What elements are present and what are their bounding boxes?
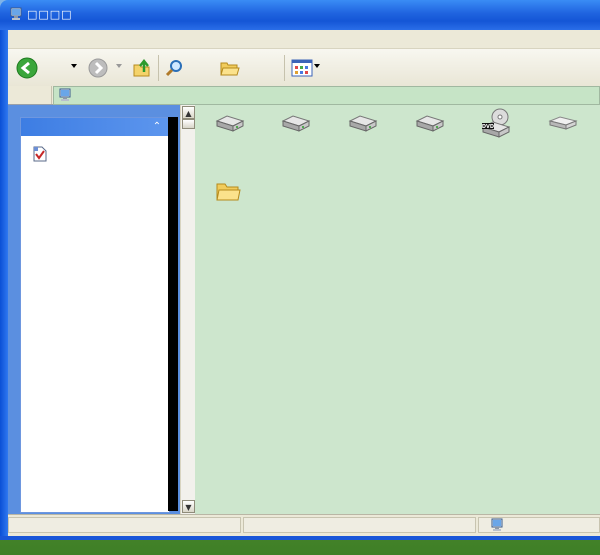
removable-drive-icon xyxy=(548,116,578,130)
pane-divider xyxy=(168,117,178,511)
toolbar xyxy=(8,49,600,87)
svg-text:DVD: DVD xyxy=(482,124,494,130)
hard-drive-icon xyxy=(215,115,245,132)
views-icon xyxy=(291,59,313,77)
computer-icon xyxy=(491,518,503,531)
document-icon xyxy=(33,146,47,162)
back-button[interactable] xyxy=(14,57,40,79)
computer-icon xyxy=(10,7,22,20)
status-bar xyxy=(8,514,600,537)
address-bar xyxy=(8,86,600,105)
search-icon xyxy=(165,60,182,77)
task-pane: ⌃ xyxy=(8,105,194,514)
folder-item[interactable] xyxy=(215,179,249,205)
scroll-thumb[interactable] xyxy=(182,119,195,129)
drive-item[interactable]: DVD xyxy=(480,107,514,139)
forward-icon xyxy=(88,58,108,78)
drive-item[interactable] xyxy=(213,113,247,137)
toolbar-separator xyxy=(158,55,159,81)
folders-icon xyxy=(220,62,240,76)
drive-item[interactable] xyxy=(279,113,313,137)
dvd-drive-icon: DVD xyxy=(481,108,511,138)
window-title: □□□□ xyxy=(27,8,73,21)
task-panel-header[interactable]: ⌃ xyxy=(21,118,169,136)
hard-drive-icon xyxy=(281,115,311,132)
views-dropdown-caret[interactable] xyxy=(314,64,320,68)
views-button[interactable] xyxy=(290,57,314,79)
drive-item[interactable] xyxy=(546,113,580,137)
folder-icon xyxy=(216,183,241,201)
explorer-window: □□□□ ⌃ ▲ ▼ DVD xyxy=(0,0,600,540)
menu-bar xyxy=(8,30,600,49)
address-field[interactable] xyxy=(53,86,600,105)
vertical-scrollbar[interactable]: ▲ ▼ xyxy=(180,105,196,514)
search-button[interactable] xyxy=(162,57,186,79)
drive-item[interactable] xyxy=(413,113,447,137)
window-frame-left xyxy=(0,30,8,540)
task-panel: ⌃ xyxy=(20,117,170,513)
up-button[interactable] xyxy=(130,57,154,79)
status-panel-left xyxy=(8,517,241,533)
back-dropdown-caret[interactable] xyxy=(71,64,77,68)
toolbar-separator xyxy=(284,55,285,81)
folder-up-icon xyxy=(133,58,150,77)
forward-dropdown-caret[interactable] xyxy=(116,64,122,68)
address-label xyxy=(8,86,52,104)
scroll-down-button[interactable]: ▼ xyxy=(182,500,195,513)
computer-icon xyxy=(59,88,71,101)
back-icon xyxy=(16,57,38,79)
title-bar[interactable]: □□□□ xyxy=(0,0,600,30)
hard-drive-icon xyxy=(415,115,445,132)
forward-button[interactable] xyxy=(86,57,110,79)
status-panel-middle xyxy=(243,517,476,533)
hard-drive-icon xyxy=(348,115,378,132)
file-list: DVD xyxy=(195,105,600,514)
folders-button[interactable] xyxy=(218,57,242,79)
window-frame-bottom xyxy=(0,536,600,540)
collapse-chevron-icon[interactable]: ⌃ xyxy=(151,121,163,133)
drive-item[interactable] xyxy=(346,113,380,137)
scroll-up-button[interactable]: ▲ xyxy=(182,106,195,119)
